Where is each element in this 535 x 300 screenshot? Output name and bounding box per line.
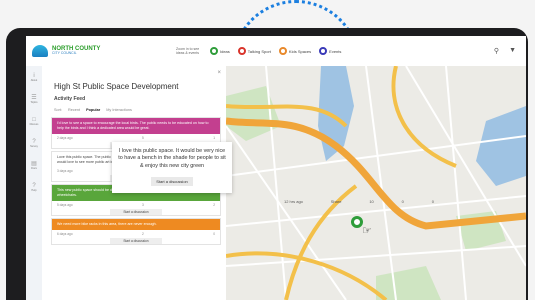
events-icon: [319, 47, 328, 55]
card-time: 5 days ago: [57, 203, 73, 208]
card-likes: 3: [142, 203, 144, 208]
left-rail: i About ☰ Topics □ Discuss ? Survey ▤ Docs ? H…: [26, 66, 43, 300]
sort-label: Sort:: [54, 108, 63, 112]
panel-subtitle: Activity Feed: [54, 96, 86, 102]
card-comments: 1: [213, 135, 215, 140]
card-time: 3 days ago: [57, 169, 73, 174]
ideas-icon: [210, 47, 218, 55]
share-link[interactable]: Share: [331, 199, 342, 204]
rail-item-topics[interactable]: ☰ Topics: [26, 88, 42, 110]
rail-label: About: [30, 78, 38, 82]
rail-item-discuss[interactable]: □ Discuss: [26, 110, 42, 132]
filter-kids-spaces[interactable]: Kids Spaces: [278, 47, 312, 55]
map-canvas: [226, 66, 526, 300]
rail-item-survey[interactable]: ? Survey: [26, 132, 42, 154]
kids-spaces-icon: [278, 47, 287, 55]
tab-popular[interactable]: Popular: [86, 108, 100, 112]
popup-likes: 10: [369, 199, 374, 204]
filter-label: Kids Spaces: [288, 48, 312, 54]
zoom-hint: Zoom in to see ideas & events: [176, 46, 200, 55]
card-text: We need more bike racks in this area, th…: [52, 219, 220, 230]
logo-subtitle: CITY COUNCIL: [52, 51, 77, 56]
filter-events[interactable]: Events: [319, 47, 341, 55]
panel-title: High St Public Space Development: [54, 82, 179, 91]
filter-label: Ideas: [220, 48, 230, 54]
start-discussion-button[interactable]: Start a discussion: [110, 237, 162, 244]
card-time: 2 days ago: [57, 135, 73, 140]
popup-time: 12 hrs ago: [284, 199, 303, 204]
start-discussion-button[interactable]: Start a discussion: [151, 176, 193, 186]
hand-cursor-icon: ☞: [362, 225, 372, 237]
popup-footer: 12 hrs ago Share 10 0 0: [284, 199, 434, 204]
tab-recent[interactable]: Recent: [68, 108, 80, 112]
close-icon[interactable]: ×: [217, 70, 221, 76]
feed-card[interactable]: We need more bike racks in this area, th…: [52, 219, 220, 244]
rail-item-help[interactable]: ? Help: [26, 176, 42, 198]
card-likes: 5: [142, 135, 144, 140]
city-map[interactable]: [226, 66, 526, 300]
card-likes: 2: [142, 231, 144, 236]
idea-popup[interactable]: I love this public space. It would be ve…: [112, 142, 232, 193]
rail-item-about[interactable]: i About: [26, 66, 42, 88]
filter-label: Talking Sport: [247, 48, 271, 54]
popup-replies: 0: [431, 199, 434, 204]
filter-talking-sport[interactable]: Talking Sport: [237, 47, 271, 55]
rail-label: Docs: [31, 166, 37, 170]
filter-bar: Ideas Talking Sport Kids Spaces Events: [210, 47, 341, 55]
logo[interactable]: NORTH COUNTY CITY COUNCIL: [32, 45, 132, 57]
filter-icon[interactable]: ▼: [509, 47, 516, 55]
rail-label: Help: [31, 188, 37, 192]
sort-tabs: Sort: Recent Popular My Interactions: [54, 108, 132, 112]
popup-text: I love this public space. It would be ve…: [118, 148, 226, 169]
talking-sport-icon: [237, 47, 246, 55]
rail-item-docs[interactable]: ▤ Docs: [26, 154, 42, 176]
app-screen: NORTH COUNTY CITY COUNCIL Zoom in to see…: [26, 36, 526, 300]
popup-comments: 0: [401, 199, 404, 204]
search-icon[interactable]: ⚲: [494, 47, 499, 55]
card-time: 6 days ago: [57, 231, 73, 236]
rail-label: Topics: [30, 100, 38, 104]
tab-my-interactions[interactable]: My Interactions: [106, 108, 132, 112]
card-text: I'd love to see a space to encourage the…: [52, 118, 220, 134]
card-comments: 2: [213, 203, 215, 208]
rail-label: Discuss: [29, 122, 39, 126]
logo-icon: [32, 45, 48, 57]
start-discussion-button[interactable]: Start a discussion: [110, 209, 162, 216]
card-comments: 0: [213, 231, 215, 236]
filter-ideas[interactable]: Ideas: [210, 47, 230, 55]
rail-label: Survey: [30, 144, 38, 148]
filter-label: Events: [329, 48, 342, 54]
top-bar: NORTH COUNTY CITY COUNCIL Zoom in to see…: [26, 36, 526, 67]
